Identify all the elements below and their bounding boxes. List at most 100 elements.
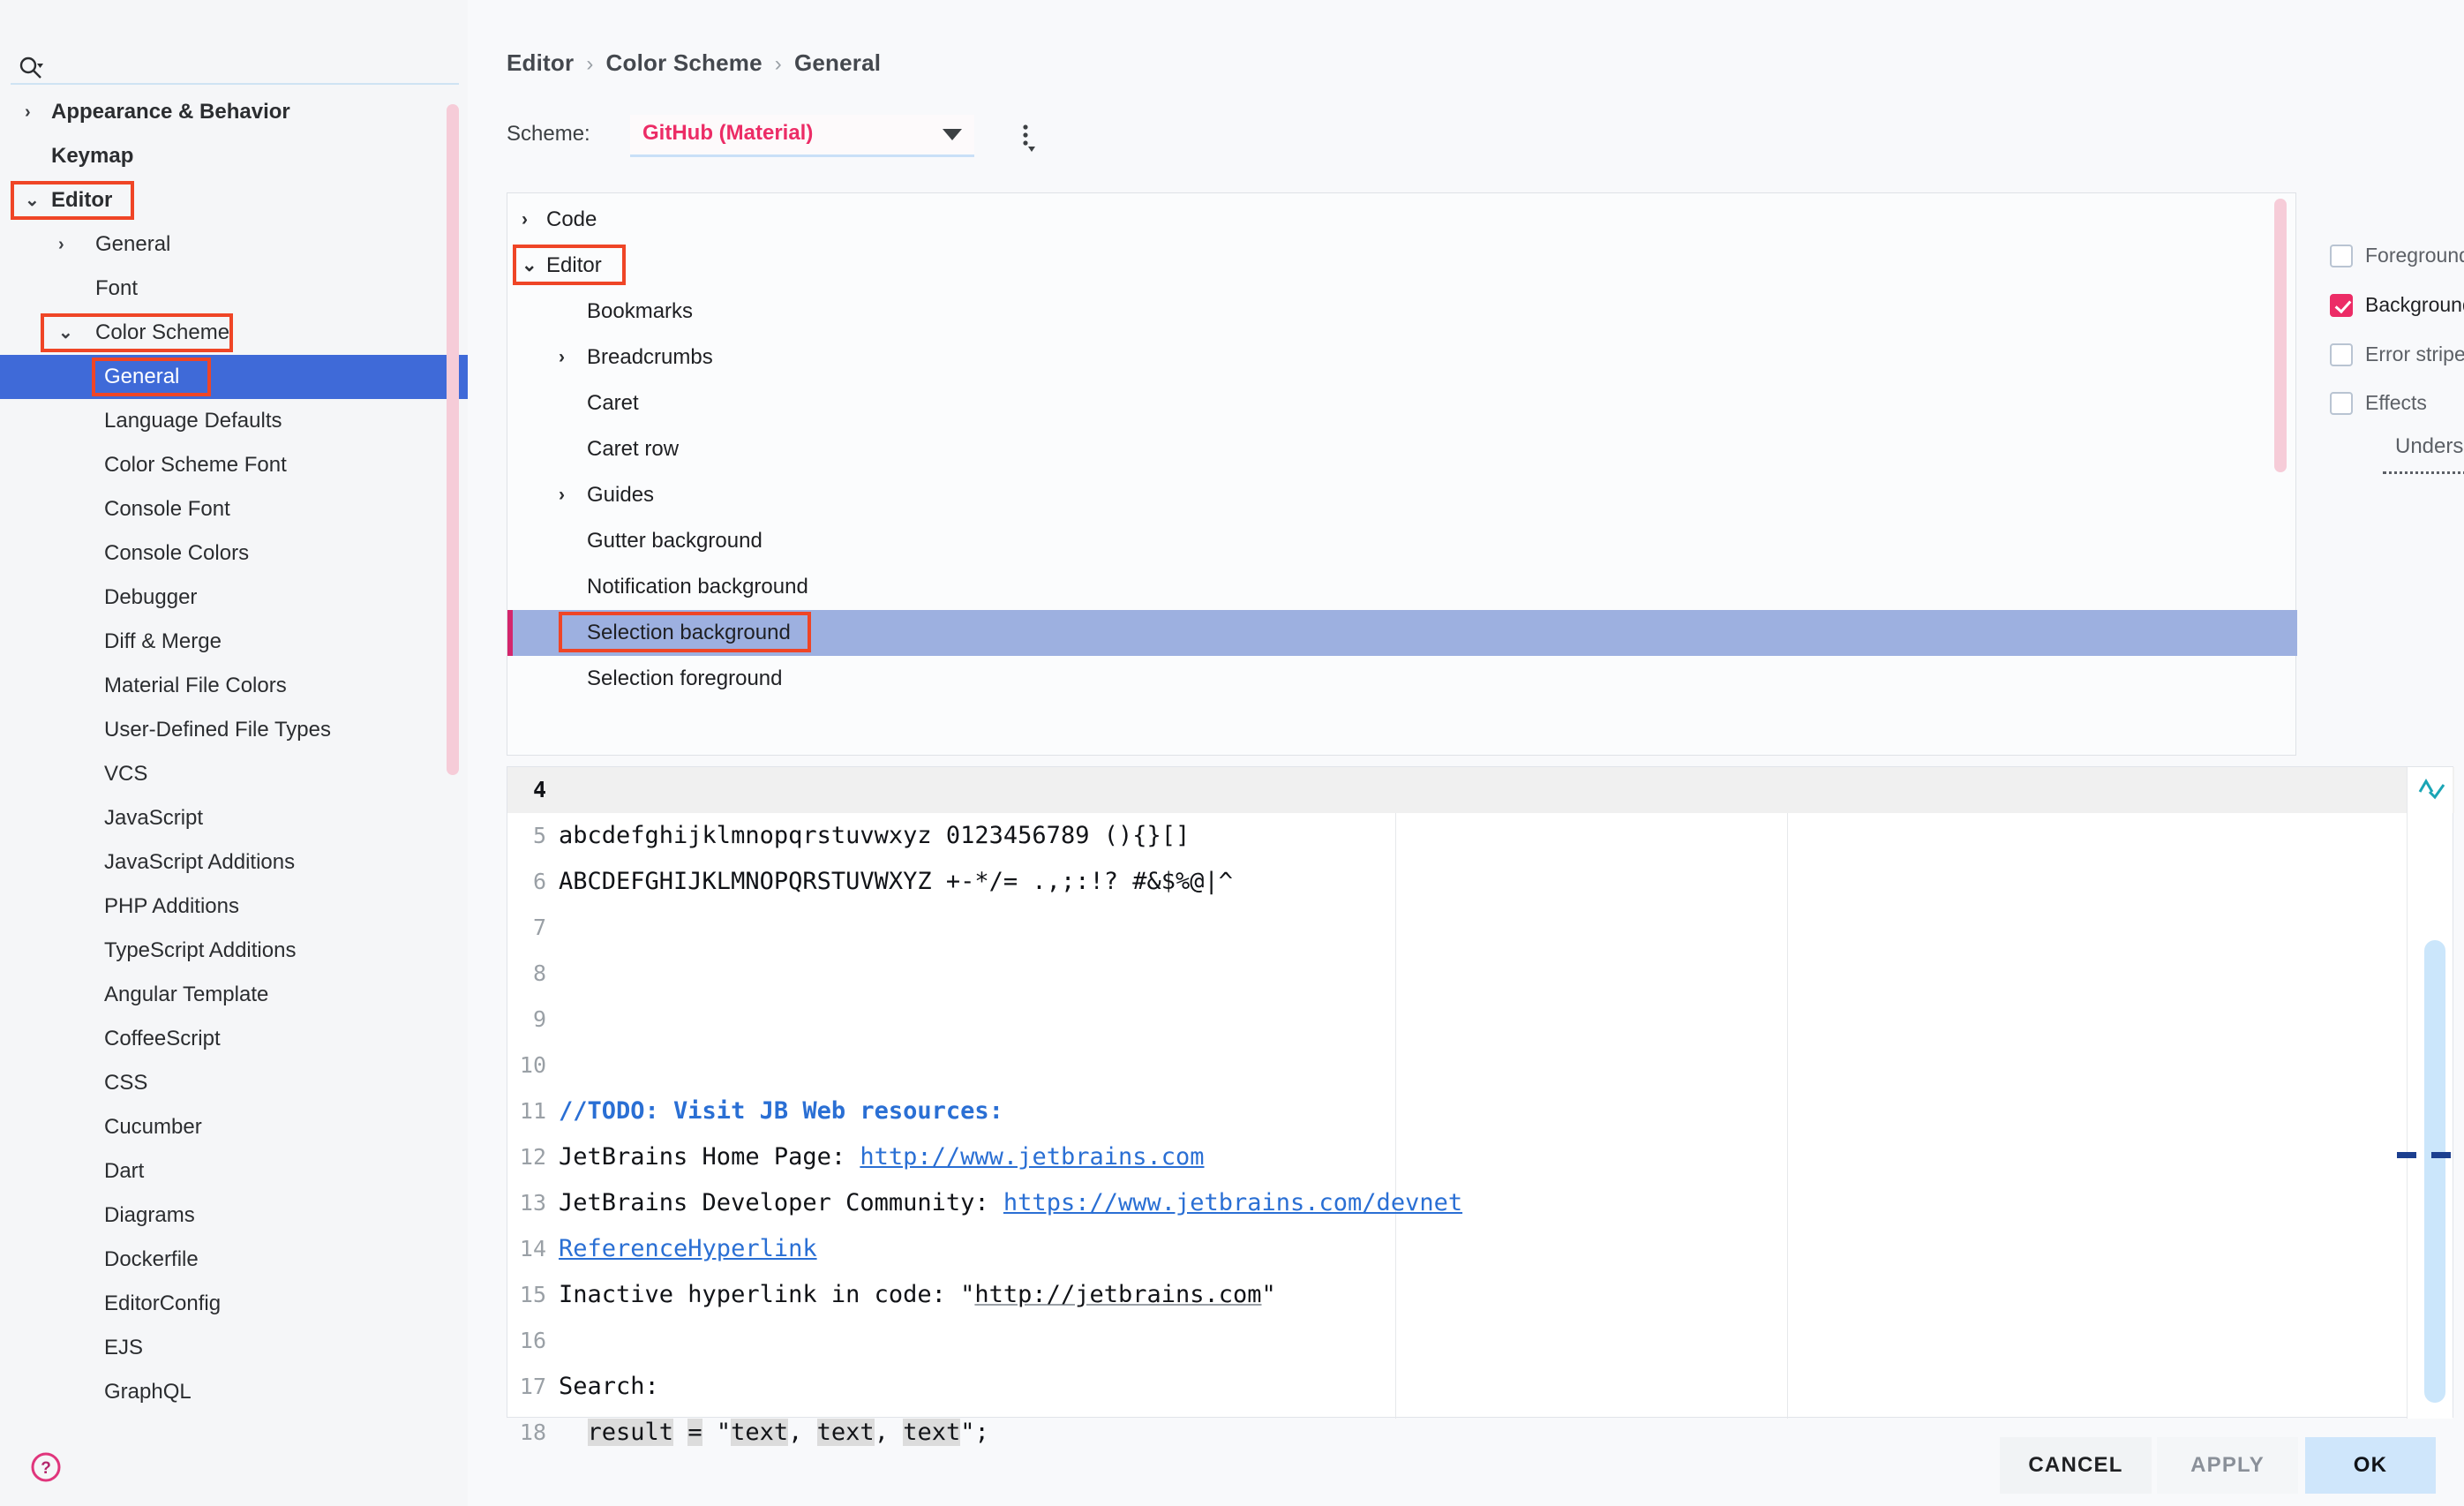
sidebar-item-angular-template[interactable]: Angular Template <box>0 973 468 1017</box>
sidebar-item-editorconfig[interactable]: EditorConfig <box>0 1282 468 1326</box>
effect-type-dropdown[interactable]: Underscored <box>2383 429 2464 470</box>
chevron-down-icon[interactable]: ⌄ <box>25 178 40 222</box>
ok-button[interactable]: OK <box>2305 1437 2436 1494</box>
tree-row-guides[interactable]: › Guides <box>507 472 2297 518</box>
sidebar-item-diff-merge[interactable]: Diff & Merge <box>0 620 468 664</box>
inspection-widget-icon[interactable] <box>2414 772 2447 806</box>
sidebar-item-general[interactable]: General <box>0 355 468 399</box>
sidebar-item-javascript[interactable]: JavaScript <box>0 796 468 840</box>
error-stripe-checkbox[interactable] <box>2330 343 2353 366</box>
sidebar-item-console-font[interactable]: Console Font <box>0 487 468 531</box>
error-stripe-panel[interactable] <box>2397 767 2453 1419</box>
code-line-6: 6 ABCDEFGHIJKLMNOPQRSTUVWXYZ +-*/= .,;:!?… <box>507 859 2454 905</box>
chevron-right-icon[interactable]: › <box>522 197 528 243</box>
hyperlink[interactable]: https://www.jetbrains.com/devnet <box>1003 1189 1462 1216</box>
chevron-down-icon[interactable]: ⌄ <box>522 243 537 289</box>
sidebar-item-diagrams[interactable]: Diagrams <box>0 1194 468 1238</box>
tree-scrollbar-thumb[interactable] <box>2274 199 2287 472</box>
scrollbar-thumb[interactable] <box>2424 940 2445 1403</box>
sidebar-item-keymap[interactable]: Keymap <box>0 134 468 178</box>
tree-row-notification-background[interactable]: Notification background <box>507 564 2297 610</box>
stripe-mark-left[interactable] <box>2397 1152 2416 1158</box>
tree-row-label: Guides <box>587 483 655 507</box>
scheme-dropdown[interactable]: GitHub (Material) <box>630 115 974 157</box>
tree-row-caret[interactable]: Caret <box>507 380 2297 426</box>
sidebar-item-console-colors[interactable]: Console Colors <box>0 531 468 576</box>
chevron-right-icon[interactable]: › <box>58 222 64 267</box>
tree-scrollbar[interactable] <box>2274 199 2287 746</box>
sidebar-item-dockerfile[interactable]: Dockerfile <box>0 1238 468 1282</box>
foreground-checkbox-row[interactable]: Foreground <box>2330 244 2464 267</box>
tree-row-gutter-background[interactable]: Gutter background <box>507 518 2297 564</box>
foreground-checkbox[interactable] <box>2330 244 2353 267</box>
sidebar-item-debugger[interactable]: Debugger <box>0 576 468 620</box>
effects-checkbox-row[interactable]: Effects <box>2330 391 2427 415</box>
chevron-right-icon[interactable]: › <box>25 90 31 134</box>
background-checkbox-row[interactable]: Background <box>2330 293 2464 317</box>
cancel-button[interactable]: CANCEL <box>2000 1437 2152 1494</box>
tree-row-selection-background[interactable]: Selection background <box>507 610 2297 656</box>
more-vertical-icon[interactable] <box>1017 120 1038 155</box>
sidebar-item-label: TypeScript Additions <box>104 938 297 962</box>
sidebar-item-php-additions[interactable]: PHP Additions <box>0 885 468 929</box>
sidebar-item-language-defaults[interactable]: Language Defaults <box>0 399 468 443</box>
sidebar-item-label: Font <box>95 276 139 300</box>
breadcrumb-part-editor[interactable]: Editor <box>507 49 574 76</box>
tree-row-bookmarks[interactable]: Bookmarks <box>507 289 2297 335</box>
line-number: 6 <box>532 869 546 894</box>
sidebar-item-font[interactable]: Font <box>0 267 468 311</box>
sidebar-item-javascript-additions[interactable]: JavaScript Additions <box>0 840 468 885</box>
tree-row-label: Code <box>546 207 597 231</box>
effects-label: Effects <box>2365 391 2427 414</box>
sidebar-item-appearance-behavior[interactable]: › Appearance & Behavior <box>0 90 468 134</box>
plain-token: abcdefghijklmnopqrstuvwxyz 0123456789 ()… <box>559 822 1191 849</box>
sidebar-item-label: Appearance & Behavior <box>51 100 290 124</box>
sidebar-scrollbar[interactable] <box>447 104 459 782</box>
code-text: JetBrains Home Page: http://www.jetbrain… <box>559 1134 1205 1180</box>
tree-row-label: Gutter background <box>587 529 762 553</box>
code-preview[interactable]: 4 5 abcdefghijklmnopqrstuvwxyz 0123456789 … <box>507 766 2454 1446</box>
breadcrumb-part-general[interactable]: General <box>794 49 881 76</box>
sidebar-item-css[interactable]: CSS <box>0 1061 468 1105</box>
effects-checkbox[interactable] <box>2330 391 2353 415</box>
scheme-label: Scheme: <box>507 122 590 146</box>
sidebar-item-typescript-additions[interactable]: TypeScript Additions <box>0 929 468 973</box>
color-scheme-tree[interactable]: › Code ⌄ Editor Bookmarks › Breadcrumbs Caret Ca… <box>507 197 2297 753</box>
stripe-mark-right[interactable] <box>2431 1152 2451 1158</box>
hyperlink[interactable]: http://www.jetbrains.com <box>860 1143 1204 1171</box>
sidebar-item-vcs[interactable]: VCS <box>0 752 468 796</box>
sidebar-item-editor[interactable]: ⌄ Editor <box>0 178 468 222</box>
sidebar-item-color-scheme-font[interactable]: Color Scheme Font <box>0 443 468 487</box>
sidebar-item-list[interactable]: › Appearance & Behavior Keymap ⌄ Editor › Gene… <box>0 90 468 1432</box>
apply-button[interactable]: APPLY <box>2157 1437 2298 1494</box>
sidebar-item-material-file-colors[interactable]: Material File Colors <box>0 664 468 708</box>
tree-row-caret-row[interactable]: Caret row <box>507 426 2297 472</box>
breadcrumb-part-color-scheme[interactable]: Color Scheme <box>606 49 762 76</box>
chevron-down-icon[interactable]: ⌄ <box>58 311 73 355</box>
sidebar-item-cucumber[interactable]: Cucumber <box>0 1105 468 1149</box>
error-stripe-checkbox-row[interactable]: Error stripe mark <box>2330 343 2464 366</box>
sidebar-item-general[interactable]: › General <box>0 222 468 267</box>
search-input[interactable] <box>55 53 443 79</box>
code-line-16: 16 <box>507 1318 2454 1364</box>
sidebar-item-ejs[interactable]: EJS <box>0 1326 468 1370</box>
background-checkbox[interactable] <box>2330 293 2353 317</box>
sidebar-item-label: PHP Additions <box>104 894 239 918</box>
chevron-right-icon[interactable]: › <box>559 335 565 380</box>
foreground-label: Foreground <box>2365 244 2464 267</box>
tree-row-breadcrumbs[interactable]: › Breadcrumbs <box>507 335 2297 380</box>
sidebar-item-color-scheme[interactable]: ⌄ Color Scheme <box>0 311 468 355</box>
tree-row-code[interactable]: › Code <box>507 197 2297 243</box>
hyperlink[interactable]: ReferenceHyperlink <box>559 1235 817 1262</box>
sidebar-item-dart[interactable]: Dart <box>0 1149 468 1194</box>
sidebar-item-graphql[interactable]: GraphQL <box>0 1370 468 1414</box>
sidebar-scrollbar-thumb[interactable] <box>447 104 459 775</box>
sidebar-item-coffeescript[interactable]: CoffeeScript <box>0 1017 468 1061</box>
sidebar-item-label: CoffeeScript <box>104 1027 221 1050</box>
dialog-footer: CANCEL APPLY OK https://blog.csdn.net/qf… <box>0 1437 2464 1506</box>
chevron-right-icon[interactable]: › <box>559 472 565 518</box>
tree-row-editor[interactable]: ⌄ Editor <box>507 243 2297 289</box>
background-label: Background <box>2365 293 2464 316</box>
sidebar-item-user-defined-file-types[interactable]: User-Defined File Types <box>0 708 468 752</box>
tree-row-selection-foreground[interactable]: Selection foreground <box>507 656 2297 702</box>
